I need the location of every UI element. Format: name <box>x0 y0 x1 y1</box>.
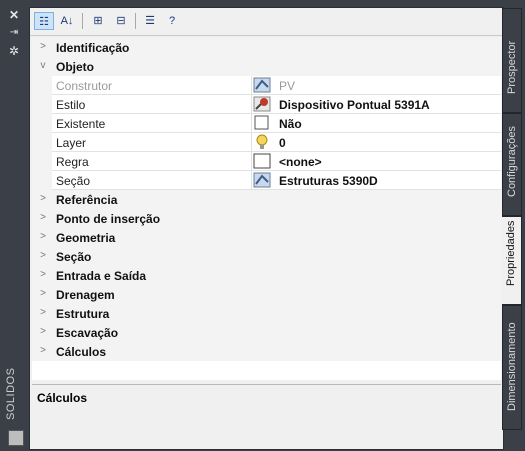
property-row-layer[interactable]: Layer 0 <box>32 133 501 152</box>
category-secao[interactable]: > Seção <box>32 247 501 266</box>
expand-all-icon[interactable]: ⊞ <box>88 12 108 30</box>
property-value: Estruturas 5390D <box>279 174 378 188</box>
property-value: Não <box>279 117 302 131</box>
category-calculos[interactable]: > Cálculos <box>32 342 501 361</box>
pipe-network-icon <box>253 77 271 93</box>
property-row-regra[interactable]: Regra <none> <box>32 152 501 171</box>
chevron-right-icon[interactable]: > <box>38 345 48 356</box>
description-title: Cálculos <box>37 391 88 405</box>
property-row-secao[interactable]: Seção Estruturas 5390D <box>32 171 501 190</box>
category-ponto-de-insercao[interactable]: > Ponto de inserção <box>32 209 501 228</box>
chevron-right-icon[interactable]: > <box>38 231 48 242</box>
categorized-view-icon[interactable]: ☷ <box>34 12 54 30</box>
chevron-right-icon[interactable]: > <box>38 326 48 337</box>
property-name: Estilo <box>56 98 86 112</box>
category-drenagem[interactable]: > Drenagem <box>32 285 501 304</box>
description-pane: Cálculos <box>32 384 501 447</box>
property-name: Layer <box>56 136 87 150</box>
toolbar: ☷ A↓ ⊞ ⊟ ☰ ? <box>30 8 503 36</box>
category-entrada-e-saida[interactable]: > Entrada e Saída <box>32 266 501 285</box>
category-estrutura[interactable]: > Estrutura <box>32 304 501 323</box>
property-name: Existente <box>56 117 106 131</box>
category-geometria[interactable]: > Geometria <box>32 228 501 247</box>
pipe-network-icon <box>253 172 271 188</box>
property-name: Construtor <box>56 79 113 93</box>
property-row-estilo[interactable]: Estilo Dispositivo Pontual 5391A <box>32 95 501 114</box>
lightbulb-icon <box>256 134 268 149</box>
tab-dimensionamento[interactable]: Dimensionamento <box>502 305 522 430</box>
toolbar-separator <box>135 13 136 29</box>
chevron-right-icon[interactable]: > <box>38 269 48 280</box>
property-row-construtor[interactable]: Construtor PV <box>32 76 501 95</box>
property-row-existente[interactable]: Existente Não <box>32 114 501 133</box>
checkbox-icon[interactable] <box>253 115 271 131</box>
property-pages-icon[interactable]: ☰ <box>140 12 160 30</box>
chevron-right-icon[interactable]: > <box>38 250 48 261</box>
palette-properties-icon[interactable]: ✲ <box>6 44 22 58</box>
chevron-right-icon[interactable]: > <box>38 41 48 52</box>
chevron-right-icon[interactable]: > <box>38 193 48 204</box>
help-icon[interactable]: ? <box>162 12 182 30</box>
structure-style-icon <box>253 96 271 112</box>
blank-swatch-icon <box>253 153 271 169</box>
property-name: Seção <box>56 174 91 188</box>
category-escavacao[interactable]: > Escavação <box>32 323 501 342</box>
property-value: PV <box>279 79 296 93</box>
chevron-right-icon[interactable]: > <box>38 288 48 299</box>
chevron-right-icon[interactable]: > <box>38 212 48 223</box>
property-value: <none> <box>279 155 322 169</box>
category-objeto[interactable]: v Objeto <box>32 57 501 76</box>
collapse-all-icon[interactable]: ⊟ <box>111 12 131 30</box>
palette-side-bar: ✕ ⇥ ✲ SOLIDOS <box>0 0 29 451</box>
property-grid: > Identificação v Objeto Construtor PV E… <box>32 38 501 380</box>
chevron-down-icon[interactable]: v <box>38 60 48 71</box>
tab-propriedades[interactable]: Propriedades <box>502 216 522 305</box>
alphabetical-sort-icon[interactable]: A↓ <box>57 12 77 30</box>
close-icon[interactable]: ✕ <box>6 8 22 22</box>
toolbar-separator <box>82 13 83 29</box>
auto-hide-icon[interactable]: ⇥ <box>6 26 22 40</box>
category-identificacao[interactable]: > Identificação <box>32 38 501 57</box>
tab-configuracoes[interactable]: Configurações <box>502 113 522 216</box>
properties-panel: ☷ A↓ ⊞ ⊟ ☰ ? > Identificação v Objeto Co… <box>29 7 504 450</box>
property-value: Dispositivo Pontual 5391A <box>279 98 430 112</box>
tab-prospector[interactable]: Prospector <box>502 8 522 113</box>
property-value: 0 <box>279 136 286 150</box>
chevron-right-icon[interactable]: > <box>38 307 48 318</box>
category-referencia[interactable]: > Referência <box>32 190 501 209</box>
palette-icon <box>8 430 24 446</box>
property-name: Regra <box>56 155 89 169</box>
